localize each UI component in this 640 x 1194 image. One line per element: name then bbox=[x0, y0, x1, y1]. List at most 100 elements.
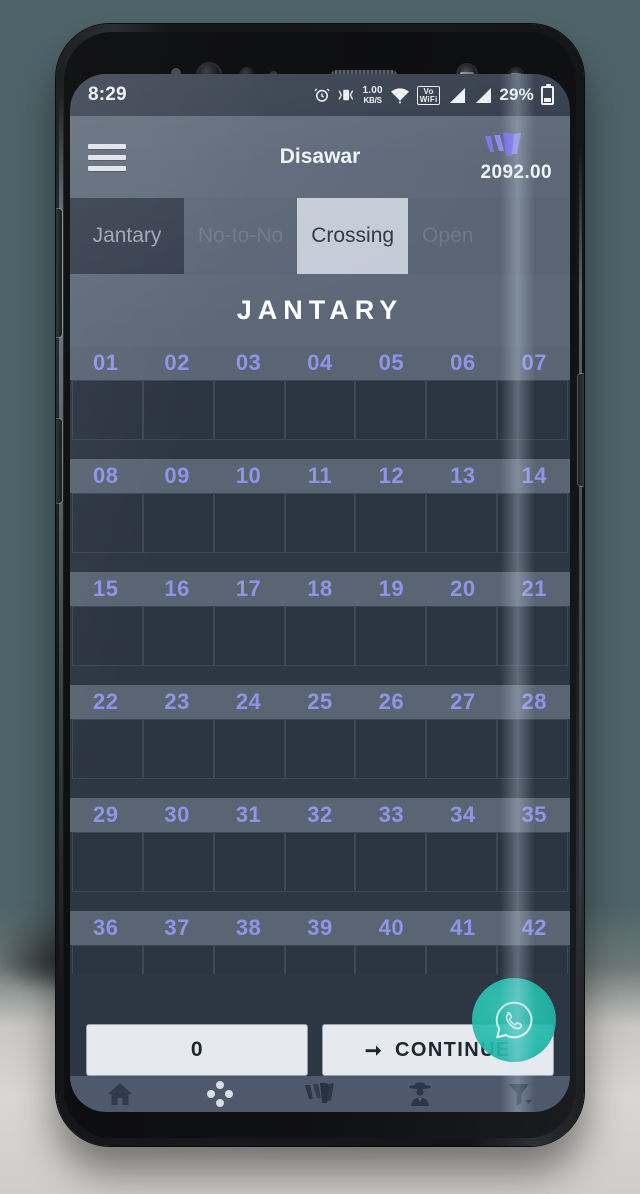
volume-button[interactable] bbox=[56, 209, 62, 337]
nav-agent[interactable] bbox=[370, 1081, 470, 1107]
grid-row-spacer bbox=[70, 440, 570, 459]
hamburger-bar bbox=[88, 154, 126, 160]
hamburger-bar bbox=[88, 143, 126, 149]
bet-input-cell[interactable] bbox=[355, 719, 427, 779]
bet-input-cell[interactable] bbox=[72, 719, 143, 779]
phone-device-frame: 8:29 1.00 KB/S Vo WiFi 29% Disawar 2092.… bbox=[56, 24, 584, 1146]
grid-number-label: 37 bbox=[164, 915, 190, 940]
bet-input-cell[interactable] bbox=[142, 719, 214, 779]
bet-input-cell[interactable] bbox=[426, 380, 498, 440]
grid-number-label: 18 bbox=[307, 576, 333, 601]
bet-input-cell[interactable] bbox=[142, 380, 214, 440]
nav-home[interactable] bbox=[70, 1081, 170, 1107]
bet-input-cell[interactable] bbox=[497, 945, 568, 974]
bet-input-cell[interactable] bbox=[426, 493, 498, 553]
bet-input-cell[interactable] bbox=[213, 606, 285, 666]
grid-number-label: 09 bbox=[164, 463, 190, 488]
bet-input-cell[interactable] bbox=[355, 945, 427, 974]
bet-input-cell[interactable] bbox=[355, 832, 427, 892]
bet-input-cell[interactable] bbox=[142, 832, 214, 892]
bet-input-cell[interactable] bbox=[284, 380, 356, 440]
signal-bars-icon-2 bbox=[473, 87, 492, 104]
grid-row: 15 16 17 18 19 20 21 bbox=[70, 572, 570, 685]
bet-input-cell[interactable] bbox=[72, 493, 143, 553]
bet-input-cell[interactable] bbox=[497, 493, 568, 553]
nav-games[interactable] bbox=[170, 1081, 270, 1107]
grid-number-label: 39 bbox=[307, 915, 333, 940]
bet-input-cell[interactable] bbox=[284, 493, 356, 553]
grid-row-labels: 01 02 03 04 05 06 07 bbox=[70, 346, 570, 380]
bet-input-cell[interactable] bbox=[355, 380, 427, 440]
whatsapp-fab-button[interactable] bbox=[472, 978, 556, 1062]
grid-number-label: 29 bbox=[92, 802, 119, 827]
bet-input-cell[interactable] bbox=[213, 493, 285, 553]
grid-number-label: 28 bbox=[521, 689, 548, 714]
data-rate-value: 1.00 bbox=[362, 84, 383, 96]
detective-icon bbox=[405, 1081, 435, 1107]
grid-row-inputs bbox=[70, 832, 570, 892]
grid-number-label: 06 bbox=[450, 350, 476, 375]
alarm-clock-icon bbox=[313, 86, 331, 104]
bet-input-cell[interactable] bbox=[426, 945, 498, 974]
bet-input-cell[interactable] bbox=[284, 832, 356, 892]
bluetooth-vibrate-icon bbox=[338, 86, 355, 104]
bet-input-cell[interactable] bbox=[142, 493, 214, 553]
tab-open[interactable]: Open bbox=[408, 198, 488, 274]
grid-number-label: 02 bbox=[164, 350, 190, 375]
tab-no-to-no[interactable]: No-to-No bbox=[184, 198, 298, 274]
nav-filter[interactable] bbox=[470, 1081, 570, 1107]
bet-input-cell[interactable] bbox=[72, 945, 143, 974]
bet-input-cell[interactable] bbox=[213, 380, 285, 440]
data-rate-indicator: 1.00 KB/S bbox=[362, 84, 383, 105]
grid-number-label: 14 bbox=[521, 463, 548, 488]
bet-input-cell[interactable] bbox=[213, 945, 285, 974]
funnel-icon bbox=[506, 1081, 534, 1107]
grid-number-label: 08 bbox=[92, 463, 119, 488]
bet-input-cell[interactable] bbox=[497, 380, 568, 440]
bet-input-cell[interactable] bbox=[355, 606, 427, 666]
dice-dots-icon bbox=[205, 1081, 235, 1107]
bet-input-cell[interactable] bbox=[355, 493, 427, 553]
bet-input-cell[interactable] bbox=[426, 719, 498, 779]
bet-input-cell[interactable] bbox=[72, 832, 143, 892]
bixby-button[interactable] bbox=[56, 419, 62, 503]
bet-input-cell[interactable] bbox=[213, 832, 285, 892]
bet-input-cell[interactable] bbox=[142, 945, 214, 974]
bottom-navigation-bar bbox=[70, 1076, 570, 1112]
signal-bars-icon-1 bbox=[447, 87, 466, 104]
bet-input-cell[interactable] bbox=[284, 945, 356, 974]
nav-wallet[interactable] bbox=[270, 1081, 370, 1107]
bet-input-cell[interactable] bbox=[426, 832, 498, 892]
status-bar: 8:29 1.00 KB/S Vo WiFi 29% bbox=[70, 74, 570, 116]
home-icon bbox=[106, 1081, 134, 1107]
grid-row-inputs bbox=[70, 380, 570, 440]
grid-row-labels: 29 30 31 32 33 34 35 bbox=[70, 798, 570, 832]
hamburger-bar bbox=[88, 165, 126, 171]
tab-jantary[interactable]: Jantary bbox=[70, 198, 184, 274]
amount-input[interactable]: 0 bbox=[86, 1024, 308, 1076]
bet-input-cell[interactable] bbox=[284, 606, 356, 666]
grid-row-inputs bbox=[70, 493, 570, 553]
bet-input-cell[interactable] bbox=[72, 606, 143, 666]
bet-input-cell[interactable] bbox=[497, 719, 568, 779]
grid-number-label: 27 bbox=[450, 689, 476, 714]
hamburger-menu-icon[interactable] bbox=[88, 143, 126, 171]
grid-row-spacer bbox=[70, 779, 570, 798]
grid-number-label: 25 bbox=[307, 689, 333, 714]
bet-input-cell[interactable] bbox=[284, 719, 356, 779]
power-button[interactable] bbox=[578, 374, 584, 486]
grid-number-label: 13 bbox=[450, 463, 476, 488]
grid-row-spacer bbox=[70, 892, 570, 911]
bet-input-cell[interactable] bbox=[72, 380, 143, 440]
grid-number-label: 22 bbox=[92, 689, 119, 714]
grid-number-label: 12 bbox=[378, 463, 405, 488]
bet-input-cell[interactable] bbox=[426, 606, 498, 666]
bet-input-cell[interactable] bbox=[213, 719, 285, 779]
tab-crossing[interactable]: Crossing bbox=[297, 198, 409, 274]
bet-input-cell[interactable] bbox=[497, 832, 568, 892]
tab-bar: Jantary No-to-No Crossing Open bbox=[70, 198, 570, 274]
wallet-widget[interactable]: 2092.00 bbox=[481, 130, 552, 184]
grid-row: 29 30 31 32 33 34 35 bbox=[70, 798, 570, 911]
bet-input-cell[interactable] bbox=[497, 606, 568, 666]
bet-input-cell[interactable] bbox=[142, 606, 214, 666]
